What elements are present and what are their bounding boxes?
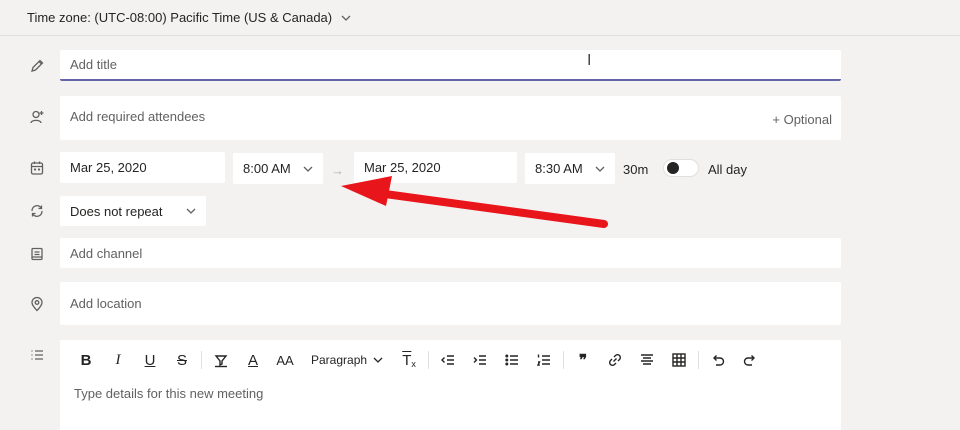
calendar-icon [28,159,46,177]
repeat-value: Does not repeat [70,203,163,219]
chevron-down-icon [595,166,605,172]
end-date-value: Mar 25, 2020 [364,160,441,175]
table-icon [672,353,686,367]
align-center-button[interactable] [631,346,663,374]
editor-toolbar: B I U S A AA Paragraph Tx ❞ [60,340,841,380]
increase-indent-button[interactable] [464,346,496,374]
start-date-picker[interactable]: Mar 25, 2020 [60,152,225,183]
meeting-details-editor[interactable]: B I U S A AA Paragraph Tx ❞ Type details… [60,340,841,430]
outdent-icon [441,355,455,365]
insert-link-button[interactable] [599,346,631,374]
details-list-icon [28,346,46,364]
timezone-selector[interactable]: Time zone: (UTC-08:00) Pacific Time (US … [0,0,960,36]
repeat-icon [28,202,46,220]
chevron-down-icon [303,166,313,172]
all-day-label: All day [708,162,748,177]
location-input[interactable]: Add location [60,282,841,325]
decrease-indent-button[interactable] [432,346,464,374]
indent-icon [473,355,487,365]
toolbar-divider [428,351,430,369]
bulleted-list-icon [505,354,519,366]
add-person-icon [28,108,46,126]
repeat-select[interactable]: Does not repeat [60,196,206,226]
bold-button[interactable]: B [70,346,102,374]
insert-table-button[interactable] [663,346,695,374]
undo-icon [713,355,725,366]
quote-button[interactable]: ❞ [567,346,599,374]
pencil-icon [28,57,46,75]
toggle-knob [667,162,679,174]
toolbar-divider [563,351,565,369]
redo-button[interactable] [734,346,766,374]
channel-input[interactable]: Add channel [60,238,841,268]
time-range-arrow: → [331,163,344,178]
timezone-label: Time zone: (UTC-08:00) Pacific Time (US … [27,10,333,25]
text-cursor-icon: I [587,52,592,69]
redo-icon [743,355,756,366]
link-icon [609,353,622,367]
all-day-toggle[interactable] [663,159,699,177]
title-placeholder: Add title [70,57,117,72]
highlight-button[interactable] [205,346,237,374]
chevron-down-icon [341,15,351,21]
underline-button[interactable]: U [134,346,166,374]
location-placeholder: Add location [70,296,142,311]
toolbar-divider [201,351,202,369]
clear-formatting-glyph: T [402,351,412,369]
end-date-picker[interactable]: Mar 25, 2020 [354,152,517,183]
location-pin-icon [28,295,46,313]
font-color-button[interactable]: A [237,346,269,374]
strikethrough-button[interactable]: S [166,346,198,374]
align-center-icon [641,354,654,365]
channel-placeholder: Add channel [70,245,143,261]
font-size-button[interactable]: AA [269,346,301,374]
attendees-input[interactable]: Add required attendees + Optional [60,96,841,140]
numbered-list-button[interactable] [528,346,560,374]
paragraph-style-select[interactable]: Paragraph [301,346,393,374]
end-time-value: 8:30 AM [535,161,583,176]
channel-icon [28,245,46,263]
bulleted-list-button[interactable] [496,346,528,374]
start-date-value: Mar 25, 2020 [70,160,147,175]
start-time-value: 8:00 AM [243,161,291,176]
end-time-select[interactable]: 8:30 AM [525,153,615,184]
optional-attendees-link[interactable]: + Optional [772,112,832,127]
duration-label: 30m [623,162,649,177]
numbered-list-icon [536,354,551,366]
start-time-select[interactable]: 8:00 AM [233,153,323,184]
toolbar-divider [698,351,700,369]
attendees-placeholder: Add required attendees [70,109,206,124]
chevron-down-icon [373,357,383,363]
details-placeholder: Type details for this new meeting [74,386,264,401]
title-input[interactable]: Add title [60,50,841,81]
chevron-down-icon [186,208,196,214]
highlighter-icon [214,355,228,368]
paragraph-style-label: Paragraph [311,353,368,367]
clear-formatting-x-icon: x [411,359,416,369]
clear-formatting-button[interactable]: Tx [393,346,425,374]
undo-button[interactable] [702,346,734,374]
italic-button[interactable]: I [102,346,134,374]
